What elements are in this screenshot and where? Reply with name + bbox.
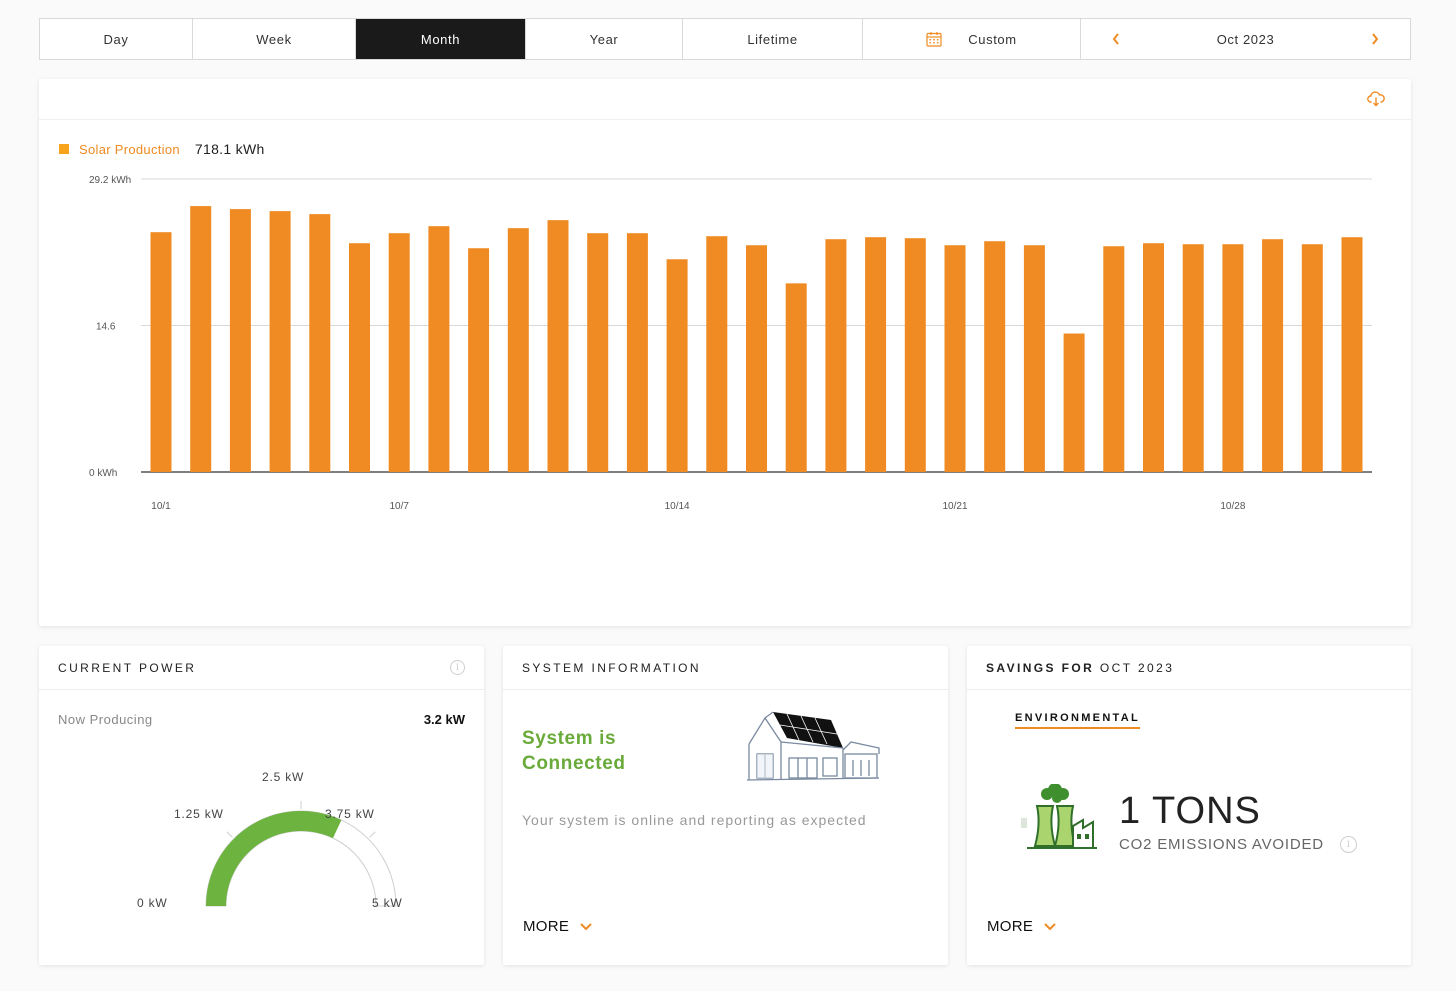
bar-10-31[interactable] bbox=[1341, 237, 1363, 472]
savings-period: OCT 2023 bbox=[1099, 660, 1175, 675]
x-tick-label: 10/21 bbox=[942, 501, 967, 512]
tab-lifetime[interactable]: Lifetime bbox=[683, 19, 863, 59]
period-tabbar: Day Week Month Year Lifetime Custom Oct … bbox=[39, 18, 1411, 60]
savings-title: SAVINGS FOR bbox=[986, 660, 1095, 675]
tab-month-label: Month bbox=[420, 31, 461, 47]
y-tick-label: 0 kWh bbox=[89, 468, 117, 479]
bar-10-23[interactable] bbox=[1023, 245, 1045, 472]
x-tick-label: 10/7 bbox=[389, 501, 409, 512]
tab-year-label: Year bbox=[589, 31, 619, 47]
tab-custom[interactable]: Custom bbox=[863, 19, 1081, 59]
y-tick-label: 29.2 kWh bbox=[89, 175, 131, 186]
gauge-fill bbox=[206, 811, 342, 906]
current-power-card: CURRENT POWER i Now Producing 3.2 kW 0 k… bbox=[39, 646, 484, 965]
bar-10-16[interactable] bbox=[746, 245, 767, 472]
x-tick-label: 10/28 bbox=[1220, 501, 1245, 512]
bar-10-9[interactable] bbox=[468, 248, 490, 472]
system-info-card: SYSTEM INFORMATION System is Connected Y… bbox=[503, 646, 948, 965]
co2-amount: 1 TONS bbox=[1119, 790, 1261, 832]
bar-10-2[interactable] bbox=[190, 206, 212, 472]
bar-10-27[interactable] bbox=[1182, 244, 1204, 472]
bar-10-7[interactable] bbox=[388, 233, 410, 472]
bar-10-28[interactable] bbox=[1222, 244, 1244, 472]
savings-card: SAVINGS FOR OCT 2023 ENVIRONMENTAL 1 TON… bbox=[967, 646, 1411, 965]
tab-day-label: Day bbox=[103, 31, 129, 47]
bar-10-17[interactable] bbox=[785, 283, 807, 472]
gauge-label: 3.75 kW bbox=[325, 807, 375, 821]
gauge-label: 0 kW bbox=[137, 896, 168, 910]
bar-10-18[interactable] bbox=[825, 239, 847, 472]
date-label: Oct 2023 bbox=[1216, 31, 1275, 47]
power-plant-icon bbox=[1021, 784, 1097, 849]
system-info-title: SYSTEM INFORMATION bbox=[522, 660, 701, 675]
gauge-label: 2.5 kW bbox=[262, 770, 304, 784]
bar-10-4[interactable] bbox=[269, 211, 291, 472]
x-tick-label: 10/14 bbox=[665, 501, 690, 512]
more-label: MORE bbox=[987, 918, 1034, 935]
savings-more-button[interactable]: MORE bbox=[987, 918, 1057, 935]
bar-10-15[interactable] bbox=[706, 236, 728, 472]
gauge-label: 1.25 kW bbox=[174, 807, 224, 821]
bar-10-20[interactable] bbox=[904, 238, 926, 472]
bar-10-10[interactable] bbox=[507, 228, 529, 472]
system-status-description: Your system is online and reporting as e… bbox=[522, 812, 867, 828]
tab-week[interactable]: Week bbox=[193, 19, 356, 59]
info-icon[interactable]: i bbox=[1340, 836, 1357, 853]
bar-10-5[interactable] bbox=[309, 214, 331, 472]
bar-10-24[interactable] bbox=[1063, 333, 1085, 472]
chevron-left-icon[interactable] bbox=[1111, 32, 1121, 46]
tab-lifetime-label: Lifetime bbox=[747, 31, 798, 47]
tab-week-label: Week bbox=[256, 31, 292, 47]
system-info-more-button[interactable]: MORE bbox=[523, 918, 593, 935]
bar-10-12[interactable] bbox=[587, 233, 609, 472]
power-gauge: 0 kW 1.25 kW 2.5 kW 3.75 kW 5 kW bbox=[137, 770, 403, 910]
production-bar-chart: 0 kWh 14.6 29.2 kWh 10/1 10/7 10/14 10/21 10/28 bbox=[89, 175, 1372, 512]
tab-month[interactable]: Month bbox=[356, 19, 526, 59]
bar-10-26[interactable] bbox=[1143, 243, 1164, 472]
house-solar-icon bbox=[746, 711, 880, 781]
tab-custom-label: Custom bbox=[968, 31, 1017, 47]
date-navigator: Oct 2023 bbox=[1081, 19, 1410, 59]
system-status: System is Connected bbox=[522, 726, 626, 776]
bar-10-13[interactable] bbox=[626, 233, 648, 472]
bar-10-14[interactable] bbox=[666, 259, 688, 472]
tab-environmental[interactable]: ENVIRONMENTAL bbox=[1015, 712, 1141, 729]
bar-10-30[interactable] bbox=[1301, 244, 1323, 472]
chevron-down-icon bbox=[580, 922, 592, 930]
tab-year[interactable]: Year bbox=[526, 19, 683, 59]
more-label: MORE bbox=[523, 918, 570, 935]
system-status-line2: Connected bbox=[522, 753, 626, 774]
y-tick-label: 14.6 bbox=[96, 322, 116, 333]
gauge-label: 5 kW bbox=[372, 896, 403, 910]
bar-10-25[interactable] bbox=[1103, 246, 1125, 472]
savings-header: SAVINGS FOR OCT 2023 bbox=[967, 646, 1411, 690]
calendar-icon bbox=[926, 32, 942, 47]
bar-10-1[interactable] bbox=[150, 232, 172, 472]
gauge-tick bbox=[369, 831, 376, 838]
bar-10-29[interactable] bbox=[1262, 239, 1284, 472]
bar-10-8[interactable] bbox=[428, 226, 450, 472]
x-tick-label: 10/1 bbox=[151, 501, 171, 512]
chevron-right-icon[interactable] bbox=[1370, 32, 1380, 46]
bar-10-19[interactable] bbox=[865, 237, 887, 472]
production-chart-card: Solar Production 718.1 kWh 0 kWh 14.6 29.2… bbox=[39, 79, 1411, 626]
bar-10-22[interactable] bbox=[984, 241, 1006, 472]
bar-10-6[interactable] bbox=[349, 243, 370, 472]
bar-10-3[interactable] bbox=[229, 209, 251, 473]
tab-day[interactable]: Day bbox=[40, 19, 193, 59]
bar-10-11[interactable] bbox=[547, 220, 569, 472]
system-status-line1: System is bbox=[522, 728, 617, 749]
gauge-tick bbox=[226, 831, 233, 838]
system-info-header: SYSTEM INFORMATION bbox=[503, 646, 948, 690]
chevron-down-icon bbox=[1044, 922, 1056, 930]
bar-10-21[interactable] bbox=[944, 245, 966, 472]
co2-caption: CO2 EMISSIONS AVOIDED bbox=[1119, 836, 1324, 853]
